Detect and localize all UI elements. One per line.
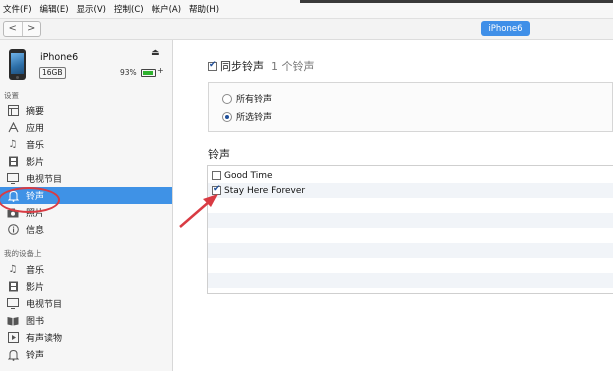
sync-options-box: 所有铃声 所选铃声	[208, 82, 613, 132]
empty-list-row	[208, 258, 613, 273]
back-icon[interactable]: <	[4, 22, 22, 36]
navigation-buttons: < >	[3, 21, 41, 37]
sidebar-item-label: 电视节目	[26, 300, 63, 310]
sidebar-item-label: 铃声	[26, 351, 45, 361]
eject-icon[interactable]: ⏏	[151, 48, 160, 58]
menu-edit[interactable]: 编辑(E)	[36, 3, 73, 15]
menu-help[interactable]: 帮助(H)	[185, 3, 223, 15]
sidebar-item-label: 电视节目	[26, 175, 63, 185]
list-item[interactable]: Good Time	[208, 168, 613, 183]
ringtone-checkbox[interactable]	[212, 184, 221, 195]
tv-icon	[7, 298, 19, 310]
sidebar-item-tv[interactable]: 电视节目	[0, 170, 172, 187]
window-title-strip	[300, 0, 613, 3]
empty-list-row	[208, 198, 613, 213]
sidebar-item-label: 影片	[26, 283, 45, 293]
tv-icon	[7, 173, 19, 185]
bell-icon	[7, 349, 19, 361]
empty-list-row	[208, 228, 613, 243]
ringtones-list: Good Time Stay Here Forever	[207, 165, 613, 294]
sidebar-item-device-ringtones[interactable]: 铃声	[0, 346, 172, 363]
sidebar: iPhone6 ⏏ 16GB 93% + 设置 摘要 应用 ♫ 音乐 影片 电视…	[0, 40, 173, 371]
sidebar-item-info[interactable]: 信息	[0, 221, 172, 238]
sidebar-item-label: 信息	[26, 226, 45, 236]
ringtone-name: Good Time	[224, 170, 273, 181]
ringtone-checkbox[interactable]	[212, 171, 221, 180]
sidebar-item-label: 音乐	[26, 141, 45, 151]
sync-ringtones-checkbox[interactable]	[208, 60, 217, 71]
sidebar-item-label: 音乐	[26, 266, 45, 276]
menu-account[interactable]: 帐户(A)	[148, 3, 185, 15]
empty-list-row	[208, 273, 613, 288]
sidebar-item-label: 摘要	[26, 107, 45, 117]
list-item[interactable]: Stay Here Forever	[208, 183, 613, 198]
summary-icon	[7, 105, 19, 117]
option-selected-ringtones[interactable]: 所选铃声	[222, 110, 272, 123]
ringtone-name: Stay Here Forever	[224, 185, 306, 196]
sidebar-item-films[interactable]: 影片	[0, 153, 172, 170]
ringtones-list-title: 铃声	[208, 148, 230, 161]
all-ringtones-radio[interactable]	[222, 93, 232, 104]
film-icon	[7, 281, 19, 293]
music-icon: ♫	[8, 139, 18, 150]
sync-row: 同步铃声 1 个铃声	[208, 58, 315, 74]
battery-icon	[141, 69, 156, 77]
selected-ringtones-radio[interactable]	[222, 111, 232, 122]
sidebar-item-device-audiobooks[interactable]: 有声读物	[0, 329, 172, 346]
audiobook-icon	[7, 332, 19, 344]
iphone-icon	[9, 49, 26, 80]
info-icon	[7, 224, 19, 236]
annotation-highlight-ellipse	[0, 187, 60, 213]
option-label: 所选铃声	[236, 113, 273, 123]
sidebar-item-device-books[interactable]: 图书	[0, 312, 172, 329]
device-card[interactable]: iPhone6 ⏏ 16GB 93% +	[0, 40, 172, 90]
sidebar-item-summary[interactable]: 摘要	[0, 102, 172, 119]
sidebar-item-label: 影片	[26, 158, 45, 168]
sidebar-item-music[interactable]: ♫ 音乐	[0, 136, 172, 153]
device-button[interactable]: iPhone6	[481, 21, 530, 36]
empty-list-row	[208, 213, 613, 228]
option-all-ringtones[interactable]: 所有铃声	[222, 92, 272, 105]
charging-icon: +	[157, 66, 164, 75]
menu-view[interactable]: 显示(V)	[73, 3, 110, 15]
sidebar-item-label: 有声读物	[26, 334, 63, 344]
music-icon: ♫	[8, 264, 18, 275]
film-icon	[7, 156, 19, 168]
device-name: iPhone6	[40, 52, 79, 63]
sidebar-item-device-music[interactable]: ♫ 音乐	[0, 261, 172, 278]
ondevice-section-title: 我的设备上	[4, 249, 42, 258]
menu-controls[interactable]: 控制(C)	[110, 3, 148, 15]
empty-list-row	[208, 243, 613, 258]
sync-ringtones-label: 同步铃声	[220, 60, 264, 73]
sidebar-item-label: 图书	[26, 317, 45, 327]
sidebar-item-device-films[interactable]: 影片	[0, 278, 172, 295]
battery-level-fill	[143, 71, 154, 75]
sidebar-item-apps[interactable]: 应用	[0, 119, 172, 136]
toolbar: < > iPhone6	[0, 19, 613, 40]
forward-icon[interactable]: >	[21, 22, 41, 36]
main-content: 同步铃声 1 个铃声 所有铃声 所选铃声 铃声 Good Time Stay H…	[173, 40, 613, 371]
sidebar-item-device-tv[interactable]: 电视节目	[0, 295, 172, 312]
book-icon	[7, 315, 19, 327]
menu-file[interactable]: 文件(F)	[0, 3, 36, 15]
capacity-badge: 16GB	[39, 67, 66, 79]
sync-count: 1 个铃声	[271, 60, 315, 73]
settings-section-title: 设置	[4, 91, 19, 100]
option-label: 所有铃声	[236, 95, 273, 105]
sidebar-item-label: 应用	[26, 124, 45, 134]
menu-bar: 文件(F) 编辑(E) 显示(V) 控制(C) 帐户(A) 帮助(H)	[0, 0, 613, 19]
battery-percent: 93%	[120, 68, 137, 77]
apps-icon	[7, 122, 19, 134]
